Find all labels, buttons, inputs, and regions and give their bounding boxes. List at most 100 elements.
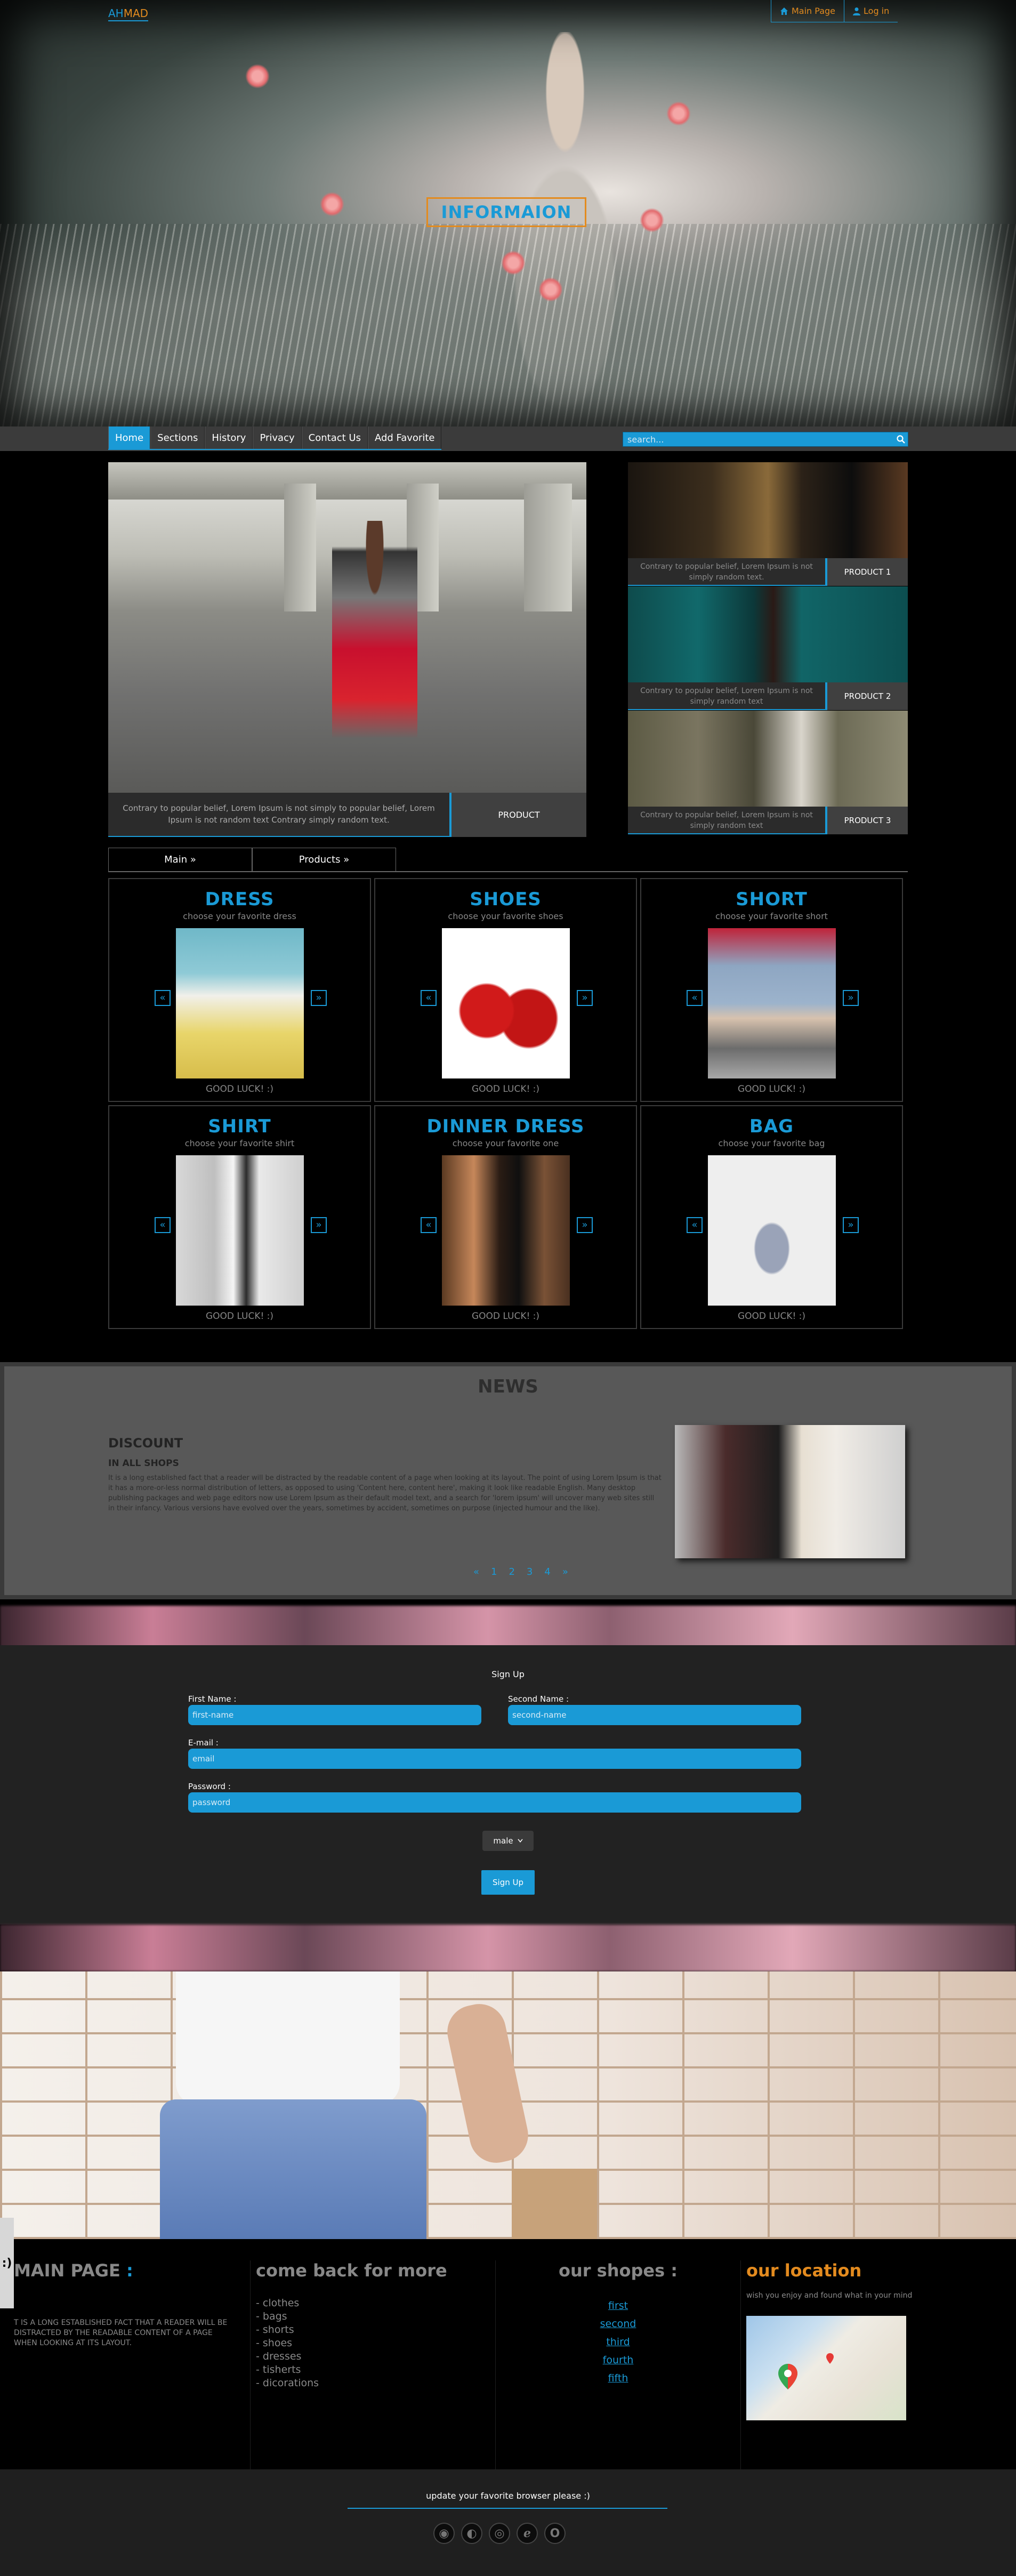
next-arrow-button[interactable]: » bbox=[577, 1217, 593, 1233]
list-item[interactable]: - shorts bbox=[256, 2323, 495, 2337]
prev-arrow-button[interactable]: « bbox=[687, 1217, 703, 1233]
pager-page-4[interactable]: 4 bbox=[544, 1566, 550, 1577]
decorative-band bbox=[0, 1606, 1016, 1648]
product-subtitle: choose your favorite dress bbox=[183, 911, 296, 921]
tab-main[interactable]: Main » bbox=[108, 848, 252, 871]
product-image-dinner-dress[interactable] bbox=[442, 1155, 570, 1306]
password-label: Password : bbox=[188, 1782, 231, 1791]
pager-page-1[interactable]: 1 bbox=[491, 1566, 497, 1577]
nav-item-add-favorite[interactable]: Add Favorite bbox=[367, 426, 442, 449]
first-name-field[interactable]: first-name bbox=[188, 1705, 481, 1725]
nav-item-home[interactable]: Home bbox=[108, 426, 151, 449]
signup-button[interactable]: Sign Up bbox=[481, 1870, 535, 1895]
list-item[interactable]: - bags bbox=[256, 2310, 495, 2323]
model-figure bbox=[332, 521, 417, 777]
tab-products[interactable]: Products » bbox=[252, 848, 396, 871]
pager-prev[interactable]: « bbox=[473, 1566, 479, 1577]
edge-icon[interactable]: ℯ bbox=[517, 2523, 538, 2544]
prev-arrow-button[interactable]: « bbox=[687, 990, 703, 1006]
main-page-label: Main Page bbox=[792, 6, 836, 16]
product-image-bag[interactable] bbox=[708, 1155, 836, 1306]
password-field[interactable]: password bbox=[188, 1792, 801, 1813]
list-item[interactable]: - tisherts bbox=[256, 2363, 495, 2377]
news-title: DISCOUNT bbox=[108, 1436, 183, 1451]
list-item[interactable]: - dresses bbox=[256, 2350, 495, 2363]
list-item[interactable]: - shoes bbox=[256, 2337, 495, 2350]
second-name-field[interactable]: second-name bbox=[508, 1705, 801, 1725]
good-luck-text: GOOD LUCK! :) bbox=[471, 1311, 540, 1322]
news-heading: NEWS bbox=[478, 1376, 538, 1397]
side-product-3-image[interactable] bbox=[628, 711, 908, 807]
login-link[interactable]: Log in bbox=[844, 0, 898, 22]
hero-title: INFORMAION bbox=[441, 202, 572, 222]
next-arrow-button[interactable]: » bbox=[577, 990, 593, 1006]
side-product-2-image[interactable] bbox=[628, 586, 908, 682]
model-shirt bbox=[176, 1971, 400, 2105]
prev-arrow-button[interactable]: « bbox=[421, 990, 437, 1006]
product-card-shoes: SHOES choose your favorite shoes « » GOO… bbox=[374, 878, 637, 1102]
product-image-short[interactable] bbox=[708, 928, 836, 1078]
nav-item-history[interactable]: History bbox=[205, 426, 253, 449]
pager-page-3[interactable]: 3 bbox=[527, 1566, 533, 1577]
pager-page-2[interactable]: 2 bbox=[509, 1566, 514, 1577]
product-image-shirt[interactable] bbox=[176, 1155, 304, 1306]
shop-link-first[interactable]: first bbox=[496, 2297, 740, 2315]
product-image-dress[interactable] bbox=[176, 928, 304, 1078]
side-product-2-caption: Contrary to popular belief, Lorem Ipsum … bbox=[628, 682, 825, 710]
search-button[interactable] bbox=[894, 432, 908, 446]
next-arrow-button[interactable]: » bbox=[311, 990, 327, 1006]
product-2-button[interactable]: PRODUCT 2 bbox=[825, 682, 908, 710]
shop-link-fifth[interactable]: fifth bbox=[496, 2369, 740, 2387]
next-arrow-button[interactable]: » bbox=[311, 1217, 327, 1233]
nav-item-privacy[interactable]: Privacy bbox=[253, 426, 302, 449]
login-label: Log in bbox=[864, 6, 890, 16]
side-tab[interactable]: :) bbox=[0, 2218, 14, 2308]
browser-update-bar: update your favorite browser please :) ◉… bbox=[0, 2469, 1016, 2576]
list-item[interactable]: - clothes bbox=[256, 2297, 495, 2310]
hero-banner: AHMAD Main Page Log in INFORMAION bbox=[0, 0, 1016, 426]
side-product-3-caption: Contrary to popular belief, Lorem Ipsum … bbox=[628, 807, 825, 834]
prev-arrow-button[interactable]: « bbox=[421, 1217, 437, 1233]
email-field[interactable]: email bbox=[188, 1749, 801, 1769]
bridge-pillar bbox=[284, 484, 316, 611]
gender-value: male bbox=[493, 1836, 513, 1846]
news-image[interactable] bbox=[675, 1425, 905, 1558]
top-navigation: Main Page Log in bbox=[771, 0, 898, 22]
nav-item-contact-us[interactable]: Contact Us bbox=[301, 426, 368, 449]
search-box bbox=[623, 432, 908, 447]
next-arrow-button[interactable]: » bbox=[843, 990, 859, 1006]
location-map[interactable] bbox=[746, 2316, 906, 2420]
shop-link-third[interactable]: third bbox=[496, 2333, 740, 2351]
shop-link-second[interactable]: second bbox=[496, 2315, 740, 2333]
map-pin-icon bbox=[778, 2364, 797, 2389]
prev-arrow-button[interactable]: « bbox=[155, 1217, 171, 1233]
list-item[interactable]: - dicorations bbox=[256, 2377, 495, 2390]
product-1-button[interactable]: PRODUCT 1 bbox=[825, 558, 908, 586]
next-arrow-button[interactable]: » bbox=[843, 1217, 859, 1233]
product-card-dinner-dress: DINNER DRESS choose your favorite one « … bbox=[374, 1105, 637, 1329]
nav-item-sections[interactable]: Sections bbox=[150, 426, 205, 449]
product-image-shoes[interactable] bbox=[442, 928, 570, 1078]
product-subtitle: choose your favorite shoes bbox=[448, 911, 563, 921]
search-input[interactable] bbox=[623, 432, 894, 446]
model-arm bbox=[442, 1999, 533, 2168]
shop-link-fourth[interactable]: fourth bbox=[496, 2351, 740, 2369]
opera-icon[interactable]: ◎ bbox=[489, 2523, 510, 2544]
news-section: NEWS DISCOUNT IN ALL SHOPS It is a long … bbox=[0, 1362, 1016, 1599]
chrome-icon[interactable]: ◉ bbox=[433, 2523, 455, 2544]
featured-caption: Contrary to popular belief, Lorem Ipsum … bbox=[108, 793, 449, 837]
side-product-1-image[interactable] bbox=[628, 462, 908, 558]
pager-next[interactable]: » bbox=[562, 1566, 568, 1577]
product-button[interactable]: PRODUCT bbox=[449, 793, 586, 837]
firefox-icon[interactable]: ◐ bbox=[461, 2523, 482, 2544]
gender-select[interactable]: male bbox=[482, 1831, 534, 1851]
featured-main-image[interactable] bbox=[108, 462, 586, 793]
search-icon bbox=[897, 435, 905, 444]
product-3-button[interactable]: PRODUCT 3 bbox=[825, 807, 908, 834]
site-logo[interactable]: AHMAD bbox=[108, 6, 149, 21]
prev-arrow-button[interactable]: « bbox=[155, 990, 171, 1006]
footer-location-text: wish you enjoy and found what in your mi… bbox=[746, 2291, 913, 2300]
ie-icon[interactable]: O bbox=[544, 2523, 566, 2544]
model-jeans bbox=[160, 2099, 426, 2239]
main-page-link[interactable]: Main Page bbox=[771, 0, 844, 22]
